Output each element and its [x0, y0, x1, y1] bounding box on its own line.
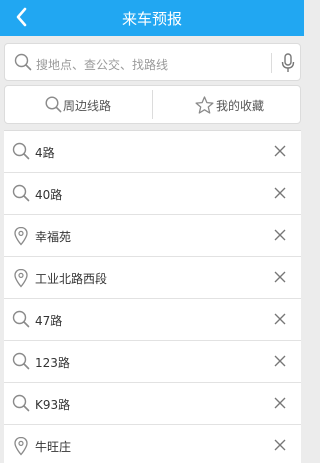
page-title: 来车预报 — [121, 10, 182, 28]
search-divider — [271, 53, 272, 73]
close-icon[interactable] — [274, 439, 286, 451]
search-icon — [14, 53, 32, 71]
search-icon — [45, 96, 62, 113]
history-item-label: 4路 — [35, 146, 55, 160]
history-item-label: 47路 — [35, 314, 63, 328]
history-item[interactable]: 123路 — [4, 341, 301, 383]
history-item-label: 幸福苑 — [35, 230, 72, 244]
history-item[interactable]: 4路 — [4, 131, 301, 173]
history-list: 4路 40路 幸福苑 工业北路西段 47路 123路 K93路 牛旺庄 — [4, 130, 301, 463]
close-icon[interactable] — [274, 271, 286, 283]
history-item-label: 工业北路西段 — [35, 272, 108, 286]
location-pin-icon — [14, 226, 28, 246]
history-item[interactable]: 幸福苑 — [4, 215, 301, 257]
microphone-icon[interactable] — [281, 53, 295, 73]
star-icon — [195, 96, 214, 114]
history-item[interactable]: 牛旺庄 — [4, 425, 301, 463]
close-icon[interactable] — [274, 397, 286, 409]
history-item-label: 123路 — [35, 356, 70, 370]
tab-label: 我的收藏 — [216, 99, 265, 113]
tab-my-favorites[interactable]: 我的收藏 — [153, 86, 300, 123]
close-icon[interactable] — [274, 355, 286, 367]
history-item-label: 40路 — [35, 188, 63, 202]
quick-tabs: 周边线路 我的收藏 — [4, 85, 301, 124]
tab-nearby-lines[interactable]: 周边线路 — [5, 86, 152, 123]
close-icon[interactable] — [274, 229, 286, 241]
tab-label: 周边线路 — [63, 99, 112, 113]
search-icon — [12, 310, 30, 328]
search-icon — [12, 394, 30, 412]
close-icon[interactable] — [274, 313, 286, 325]
close-icon[interactable] — [274, 187, 286, 199]
top-bar: 来车预报 — [0, 0, 304, 36]
history-item-label: 牛旺庄 — [35, 440, 72, 454]
search-bar[interactable]: 搜地点、查公交、找路线 — [4, 43, 301, 81]
search-icon — [12, 184, 30, 202]
history-item[interactable]: 工业北路西段 — [4, 257, 301, 299]
history-item[interactable]: 40路 — [4, 173, 301, 215]
search-placeholder[interactable]: 搜地点、查公交、找路线 — [36, 56, 168, 73]
history-item[interactable]: 47路 — [4, 299, 301, 341]
close-icon[interactable] — [274, 145, 286, 157]
location-pin-icon — [14, 268, 28, 288]
search-icon — [12, 352, 30, 370]
history-item-label: K93路 — [35, 398, 71, 412]
history-item[interactable]: K93路 — [4, 383, 301, 425]
location-pin-icon — [14, 436, 28, 456]
search-icon — [12, 142, 30, 160]
